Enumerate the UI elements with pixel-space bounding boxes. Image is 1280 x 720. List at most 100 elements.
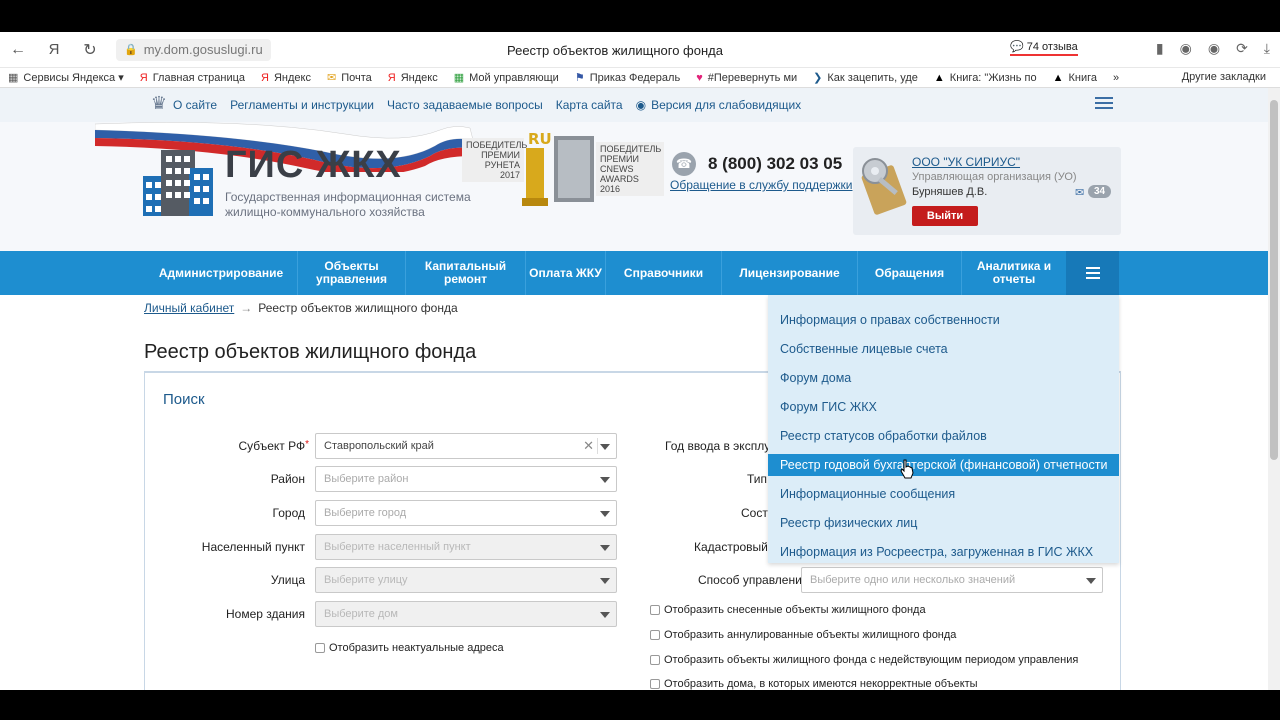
logo-subtitle: Государственная информационная система ж… <box>225 190 471 219</box>
menu-item-ownership-rights[interactable]: Информация о правах собственности <box>768 309 1119 331</box>
video-letterbox-bottom <box>0 690 1280 720</box>
type-label: Тип <box>747 472 768 486</box>
street-label: Улица <box>270 573 305 587</box>
menu-item-financial-reports[interactable]: Реестр годовой бухгалтерской (финансовой… <box>768 454 1119 476</box>
more-menu-icon[interactable] <box>1066 251 1119 295</box>
back-icon[interactable]: ← <box>0 41 36 59</box>
extension-icon[interactable]: ◉ <box>1180 40 1192 57</box>
nav-appeals[interactable]: Обращения <box>858 251 962 295</box>
award-trophy-icon: RU <box>522 130 594 206</box>
yandex-icon[interactable]: Я <box>36 41 72 58</box>
reviews-badge[interactable]: 💬 74 отзыва <box>1010 40 1078 56</box>
logout-button[interactable]: Выйти <box>912 206 978 226</box>
menu-icon[interactable] <box>1095 97 1113 112</box>
page-scrollbar[interactable] <box>1268 88 1280 690</box>
menu-item-file-statuses[interactable]: Реестр статусов обработки файлов <box>768 425 1119 447</box>
menu-item-info-messages[interactable]: Информационные сообщения <box>768 483 1119 505</box>
checkbox-box[interactable] <box>650 679 660 689</box>
bookmark-item[interactable]: ❯ Как зацепить, уде <box>805 71 926 85</box>
nav-analytics[interactable]: Аналитика и отчеты <box>962 251 1066 295</box>
link-about[interactable]: О сайте <box>173 98 217 112</box>
user-card: ООО "УК СИРИУС" Управляющая организация … <box>853 147 1121 235</box>
menu-item-individuals-registry[interactable]: Реестр физических лиц <box>768 512 1119 534</box>
user-name: Бурняшев Д.В. <box>912 186 988 198</box>
other-bookmarks-folder[interactable]: Другие закладки <box>1182 71 1266 83</box>
settlement-select[interactable]: Выберите населенный пункт <box>315 534 617 560</box>
link-accessibility[interactable]: Версия для слабовидящих <box>651 98 801 112</box>
show-inactive-period-checkbox[interactable]: Отобразить объекты жилищного фонда с нед… <box>650 654 1078 666</box>
checkbox-box[interactable] <box>650 655 660 665</box>
bookmark-item[interactable]: ▦ Мой управляющи <box>446 71 567 85</box>
eye-icon: ◉ <box>635 98 647 112</box>
show-outdated-addresses-checkbox[interactable]: Отобразить неактуальные адреса <box>315 642 504 654</box>
clear-icon[interactable]: ✕ <box>583 434 594 458</box>
scrollbar-thumb[interactable] <box>1270 100 1278 460</box>
required-mark: * <box>305 439 309 450</box>
district-select[interactable]: Выберите район <box>315 466 617 492</box>
subject-label: Субъект РФ* <box>205 439 309 453</box>
sync-icon[interactable]: ⟳ <box>1236 40 1248 57</box>
bookmark-item[interactable]: Я Главная страница <box>132 72 253 84</box>
bookmark-label: Почта <box>341 71 372 84</box>
video-letterbox-top <box>0 0 1280 32</box>
chevron-down-icon <box>1086 578 1096 584</box>
bookmark-label: Яндекс <box>273 71 311 84</box>
bookmark-item[interactable]: ▲ Книга <box>1045 72 1105 84</box>
breadcrumb-home-link[interactable]: Личный кабинет <box>144 301 234 315</box>
site-top-links: ♛ О сайте Регламенты и инструкции Часто … <box>0 88 1268 122</box>
show-demolished-checkbox[interactable]: Отобразить снесенные объекты жилищного ф… <box>650 604 926 616</box>
bookmark-icon[interactable]: ▮ <box>1156 40 1164 57</box>
link-regulations[interactable]: Регламенты и инструкции <box>230 98 374 112</box>
subject-select[interactable]: Ставропольский край ✕ <box>315 433 617 459</box>
checkbox-label: Отобразить снесенные объекты жилищного ф… <box>664 604 926 616</box>
bookmark-item[interactable]: Я Яндекс <box>380 72 446 84</box>
checkbox-box[interactable] <box>650 630 660 640</box>
menu-item-rosreestr-info[interactable]: Информация из Росреестра, загруженная в … <box>768 541 1119 563</box>
more-menu-dropdown: Информация о правах собственности Собств… <box>768 295 1119 563</box>
address-bar[interactable]: 🔒 my.dom.gosuslugi.ru <box>116 38 271 61</box>
checkbox-label: Отобразить аннулированные объекты жилищн… <box>664 629 957 641</box>
award-cnews-label: ПОБЕДИТЕЛЬ ПРЕМИИ CNEWS AWARDS 2016 <box>596 142 664 196</box>
checkbox-box[interactable] <box>650 605 660 615</box>
street-select[interactable]: Выберите улицу <box>315 567 617 593</box>
nav-directories[interactable]: Справочники <box>606 251 722 295</box>
bookmark-item[interactable]: ♥ #Перевернуть ми <box>688 72 805 84</box>
logo-title[interactable]: ГИС ЖКХ <box>225 144 402 187</box>
unread-messages-badge[interactable]: 34 <box>1088 185 1112 198</box>
nav-capital-repair[interactable]: Капитальный ремонт <box>406 251 526 295</box>
menu-item-personal-accounts[interactable]: Собственные лицевые счета <box>768 338 1119 360</box>
reload-icon[interactable]: ↻ <box>72 40 108 60</box>
chevron-down-icon <box>600 444 610 450</box>
management-method-select[interactable]: Выберите одно или несколько значений <box>801 567 1103 593</box>
building-select[interactable]: Выберите дом <box>315 601 617 627</box>
bookmark-item[interactable]: ▦ Сервисы Яндекса ▾ <box>0 71 132 84</box>
checkbox-box[interactable] <box>315 643 325 653</box>
breadcrumb-arrow: → <box>240 301 253 315</box>
nav-licensing[interactable]: Лицензирование <box>722 251 858 295</box>
bookmark-item[interactable]: ▲ Книга: "Жизнь по <box>926 72 1045 84</box>
chevron-icon: ❯ <box>813 72 823 84</box>
menu-item-gis-forum[interactable]: Форум ГИС ЖКХ <box>768 396 1119 418</box>
bookmark-item[interactable]: ⚑ Приказ Федераль <box>567 71 688 85</box>
support-request-link[interactable]: Обращение в службу поддержки <box>670 178 853 192</box>
organization-link[interactable]: ООО "УК СИРИУС" <box>912 155 1020 169</box>
nav-management-objects[interactable]: Объекты управления <box>298 251 406 295</box>
bookmark-item[interactable]: Я Яндекс <box>253 72 319 84</box>
city-select[interactable]: Выберите город <box>315 500 617 526</box>
show-incorrect-objects-checkbox[interactable]: Отобразить дома, в которых имеются некор… <box>650 678 978 690</box>
extension-icon[interactable]: ◉ <box>1208 40 1220 57</box>
menu-item-house-forum[interactable]: Форум дома <box>768 367 1119 389</box>
book-icon: ▲ <box>1052 71 1064 84</box>
link-faq[interactable]: Часто задаваемые вопросы <box>387 98 543 112</box>
more-bookmarks-icon[interactable]: » <box>1105 72 1127 84</box>
nav-payment[interactable]: Оплата ЖКУ <box>526 251 606 295</box>
checkbox-label: Отобразить дома, в которых имеются некор… <box>664 678 978 690</box>
chevron-down-icon <box>600 477 610 483</box>
download-icon[interactable]: ⤓ <box>1264 40 1270 57</box>
site-page: ♛ О сайте Регламенты и инструкции Часто … <box>0 88 1268 690</box>
nav-administration[interactable]: Администрирование <box>145 251 298 295</box>
link-sitemap[interactable]: Карта сайта <box>556 98 623 112</box>
bookmark-item[interactable]: ✉ Почта <box>319 71 380 85</box>
show-annulled-checkbox[interactable]: Отобразить аннулированные объекты жилищн… <box>650 629 956 641</box>
envelope-icon[interactable]: ✉ <box>1075 186 1084 199</box>
